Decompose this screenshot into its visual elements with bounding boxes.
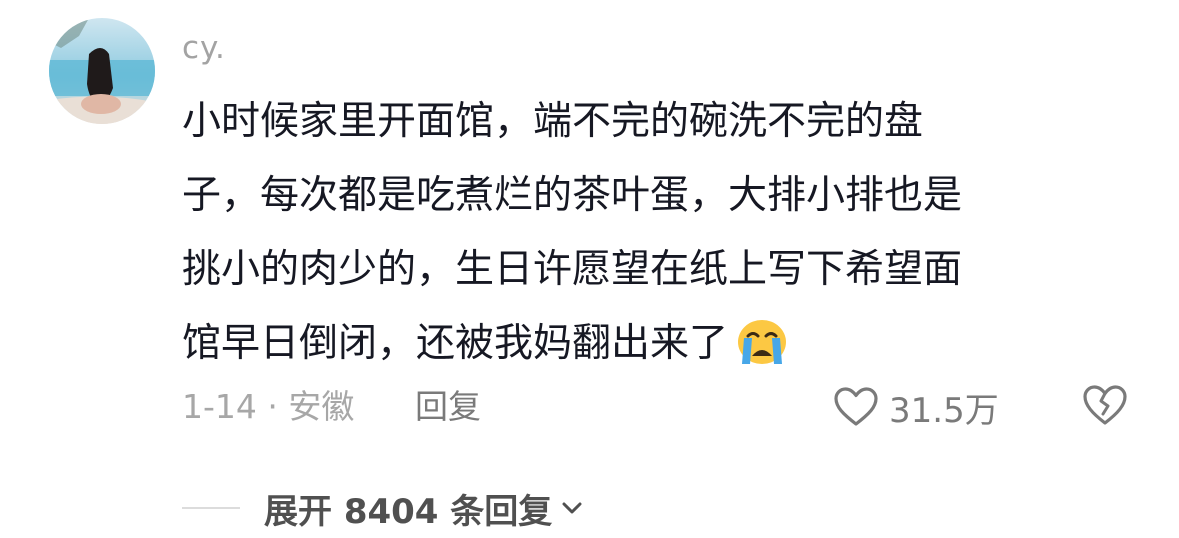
like-count: 31.5万 [889,390,999,431]
avatar-image [49,18,155,124]
comment-text-line: 小时候家里开面馆，端不完的碗洗不完的盘 [182,99,924,144]
broken-heart-icon [1083,385,1127,425]
expand-replies-button[interactable]: 展开 8404 条回复 [264,484,586,533]
username[interactable]: cy. [182,28,226,68]
expand-replies-label: 展开 8404 条回复 [264,491,553,532]
divider-line [182,507,240,509]
comment-text: 小时候家里开面馆，端不完的碗洗不完的盘 子，每次都是吃煮烂的茶叶蛋，大排小排也是… [182,85,1112,381]
like-button[interactable]: 31.5万 [833,383,999,431]
loudly-crying-face-emoji [734,316,790,366]
comment-text-line-content: 馆早日倒闭，还被我妈翻出来了 [182,321,729,366]
avatar[interactable] [49,18,155,124]
comment-text-line: 挑小的肉少的，生日许愿望在纸上写下希望面 [182,247,963,292]
chevron-down-icon [562,502,582,514]
comment-text-line: 子，每次都是吃煮烂的茶叶蛋，大排小排也是 [182,173,963,218]
comment-date-location: 1-14 · 安徽 [182,387,355,426]
dislike-button[interactable] [1081,383,1129,431]
comment-actions: 1-14 · 安徽 回复 31.5万 [182,381,1142,431]
comment-text-line: 馆早日倒闭，还被我妈翻出来了 [182,307,1112,381]
reply-button[interactable]: 回复 [415,387,481,427]
heart-icon [834,387,878,426]
expand-replies: 展开 8404 条回复 [182,482,586,534]
